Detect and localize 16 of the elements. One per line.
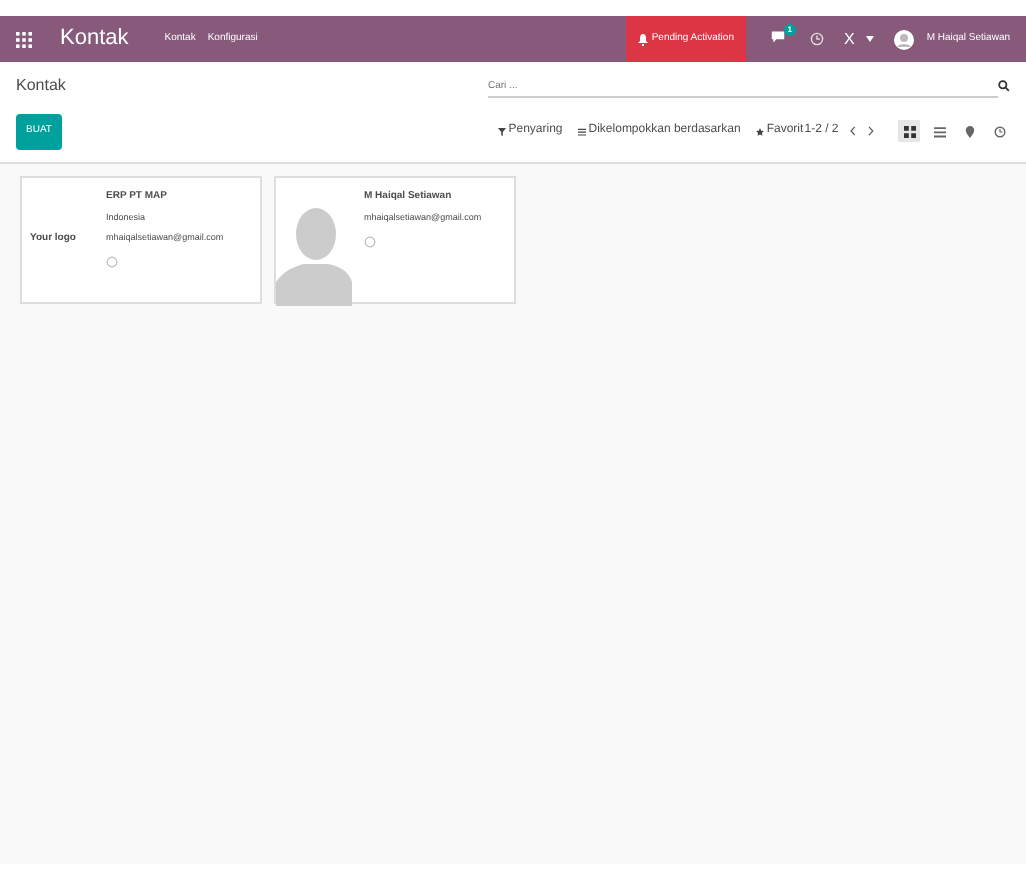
- search-icon: [998, 80, 1010, 92]
- star-icon: [756, 127, 765, 136]
- company-switcher[interactable]: X: [843, 27, 855, 51]
- bell-icon: [637, 33, 648, 45]
- caret-icon: [866, 36, 875, 42]
- kanban-view-icon[interactable]: [898, 120, 920, 143]
- avatar-icon[interactable]: [894, 29, 915, 49]
- previous-icon[interactable]: [850, 126, 857, 137]
- breadcrumb: Kontak: [16, 74, 68, 98]
- app-title[interactable]: Kontak: [60, 22, 129, 56]
- apps-menu-icon[interactable]: [16, 31, 32, 47]
- next-icon[interactable]: [868, 126, 874, 137]
- chat-icon[interactable]: [769, 29, 786, 44]
- filter-icon: [498, 127, 507, 136]
- list-icon: [578, 127, 587, 136]
- clock-icon[interactable]: [809, 32, 824, 46]
